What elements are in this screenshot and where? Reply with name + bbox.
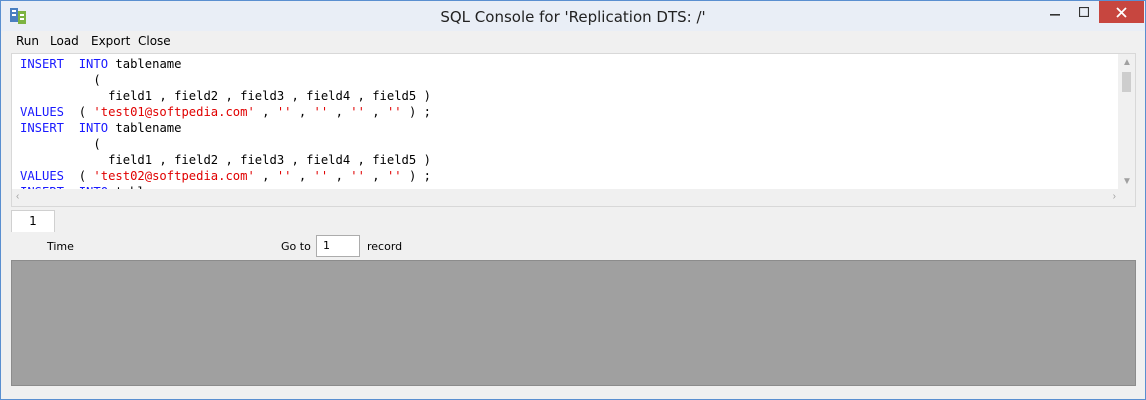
title-bar[interactable]: SQL Console for 'Replication DTS: /' [1, 1, 1145, 31]
keyword: INTO [78, 121, 109, 135]
scroll-down-icon[interactable]: ▼ [1122, 177, 1132, 187]
close-icon [1116, 6, 1127, 18]
scroll-right-icon[interactable]: › [1113, 192, 1116, 202]
string-literal: '' [276, 105, 292, 119]
field-list: field1 , field2 , field3 , field4 , fiel… [108, 153, 431, 167]
scrollbar-corner [1118, 189, 1135, 206]
table-name: tablename [115, 121, 182, 135]
paren: ( [93, 137, 101, 151]
keyword: INSERT [20, 57, 65, 71]
string-literal: '' [386, 105, 402, 119]
scroll-up-icon[interactable]: ▲ [1122, 58, 1132, 68]
keyword: INTO [78, 57, 109, 71]
string-literal: '' [276, 169, 292, 183]
maximize-button[interactable] [1069, 1, 1099, 23]
result-tabs: 1 [11, 210, 1136, 233]
string-literal: '' [350, 105, 365, 119]
keyword: VALUES [20, 105, 65, 119]
record-label: record [367, 240, 403, 253]
string-literal: 'test01@softpedia.com' [93, 105, 255, 119]
table-name: tablename [115, 57, 182, 71]
time-label: Time [47, 240, 74, 253]
minimize-button[interactable] [1041, 1, 1069, 23]
string-literal: '' [386, 169, 402, 183]
menu-load[interactable]: Load [48, 34, 81, 48]
string-literal: '' [350, 169, 365, 183]
horizontal-scrollbar[interactable]: ‹ › [12, 189, 1120, 206]
keyword: INSERT [20, 121, 65, 135]
menu-close[interactable]: Close [136, 34, 173, 48]
sql-editor[interactable]: INSERT INTO tablename ( field1 , field2 … [11, 53, 1136, 207]
maximize-icon [1079, 7, 1089, 17]
sql-console-window: SQL Console for 'Replication DTS: /' Run… [0, 0, 1146, 400]
tab-result-1[interactable]: 1 [11, 210, 55, 232]
menu-export[interactable]: Export [89, 34, 132, 48]
string-literal: '' [313, 169, 329, 183]
vertical-scrollbar[interactable]: ▲ ▼ [1118, 54, 1135, 190]
string-literal: '' [313, 105, 329, 119]
vertical-scroll-thumb[interactable] [1122, 72, 1131, 92]
field-list: field1 , field2 , field3 , field4 , fiel… [108, 89, 431, 103]
goto-record-input[interactable]: 1 [316, 235, 360, 257]
keyword: VALUES [20, 169, 65, 183]
scroll-left-icon[interactable]: ‹ [16, 192, 19, 202]
menu-run[interactable]: Run [14, 34, 41, 48]
sql-code[interactable]: INSERT INTO tablename ( field1 , field2 … [20, 56, 431, 200]
window-title: SQL Console for 'Replication DTS: /' [440, 8, 706, 26]
goto-label: Go to [281, 240, 311, 253]
results-grid[interactable] [11, 260, 1136, 386]
menu-bar: Run Load Export Close [1, 31, 1145, 52]
string-literal: 'test02@softpedia.com' [93, 169, 255, 183]
result-toolbar: Time Go to 1 record [11, 232, 1136, 260]
paren: ( [93, 73, 101, 87]
minimize-icon [1050, 14, 1060, 16]
close-window-button[interactable] [1099, 1, 1144, 23]
